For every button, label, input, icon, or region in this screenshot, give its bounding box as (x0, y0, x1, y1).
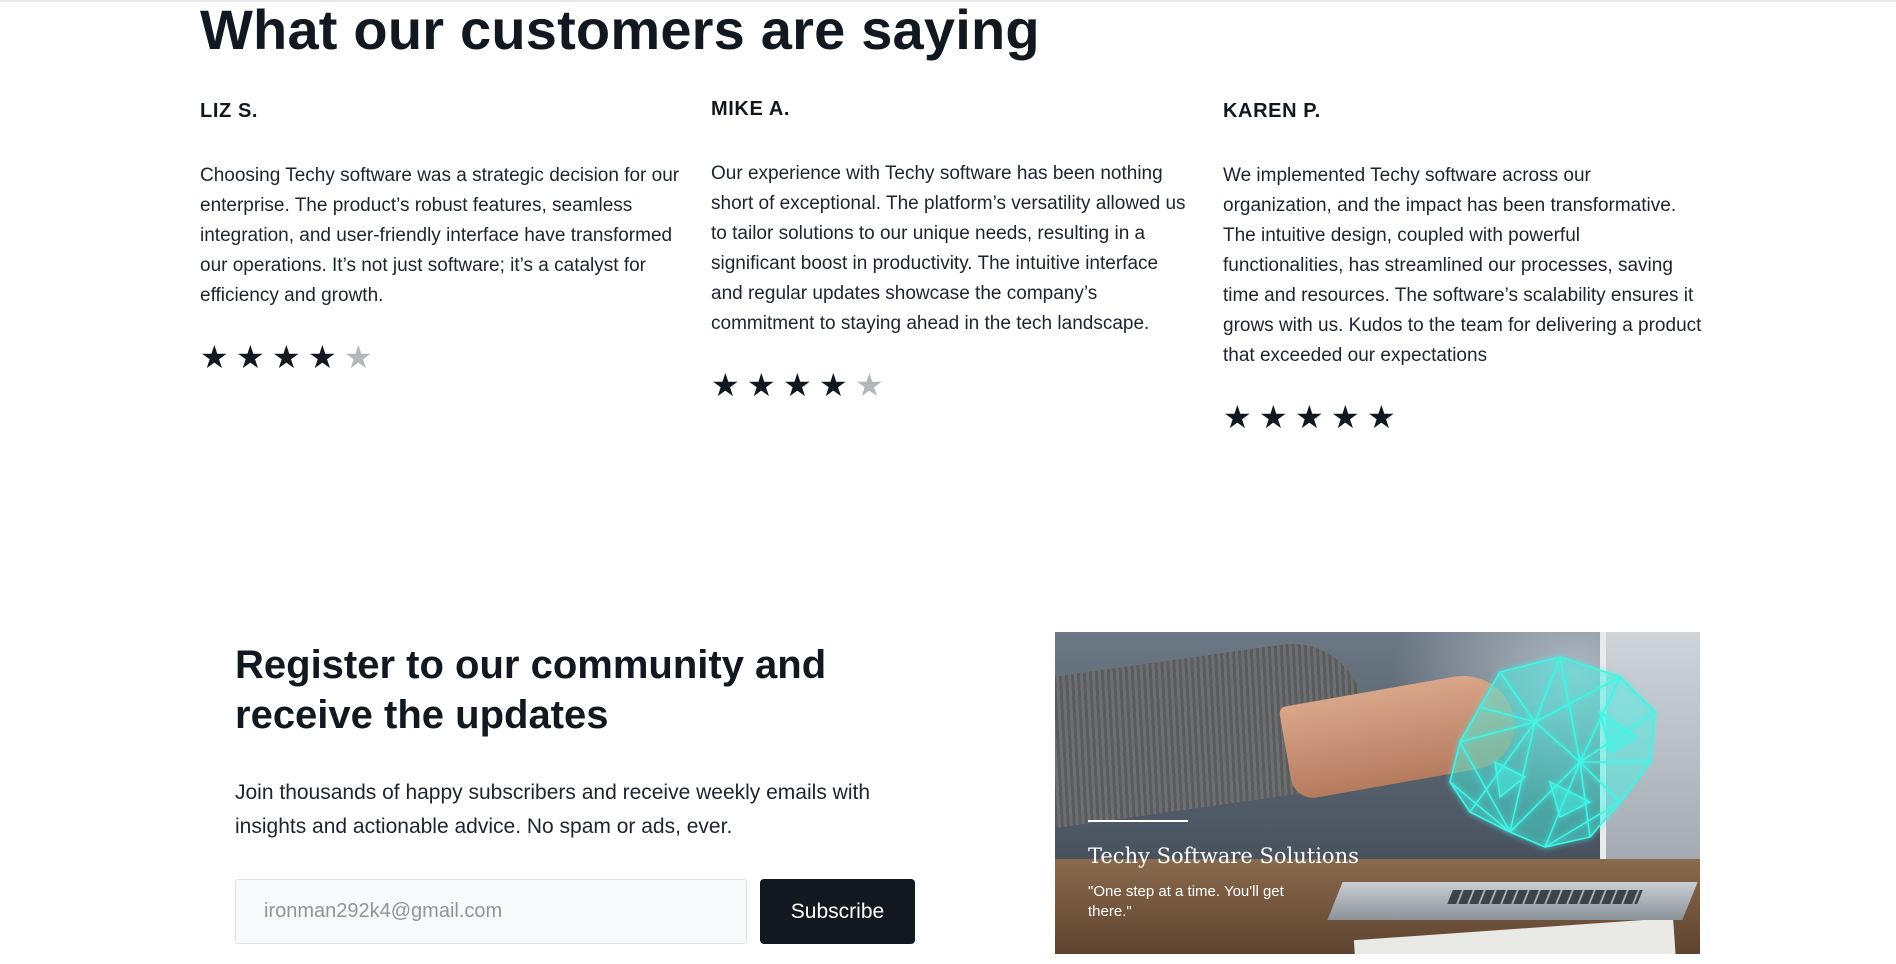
star-icon: ★ (747, 367, 776, 403)
reviewer-name: LIZ S. (200, 100, 259, 122)
review-text: Our experience with Techy software has b… (711, 163, 1186, 334)
star-icon: ★ (236, 339, 265, 375)
star-rating: ★ ★ ★ ★ ★ (1223, 401, 1703, 433)
promo-image: Techy Software Solutions "One step at a … (1055, 632, 1700, 954)
star-empty-icon: ★ (344, 339, 373, 375)
review-card-liz: LIZ S. Choosing Techy software was a str… (200, 100, 680, 373)
register-description: Join thousands of happy subscribers and … (235, 781, 870, 838)
promo-brand: Techy Software Solutions (1088, 844, 1359, 868)
star-icon: ★ (272, 339, 301, 375)
email-input[interactable] (235, 879, 747, 944)
register-title: Register to our community and receive th… (235, 643, 827, 737)
review-text: Choosing Techy software was a strategic … (200, 165, 680, 306)
star-rating: ★ ★ ★ ★ ★ (711, 369, 1191, 401)
reviewer-name: MIKE A. (711, 98, 791, 120)
star-rating: ★ ★ ★ ★ ★ (200, 341, 680, 373)
laptop-keyboard (1447, 890, 1643, 904)
star-icon: ★ (1367, 399, 1396, 435)
star-icon: ★ (308, 339, 337, 375)
review-card-mike: MIKE A. Our experience with Techy softwa… (711, 98, 1191, 401)
wireframe-mesh (1449, 656, 1656, 848)
star-icon: ★ (711, 367, 740, 403)
star-icon: ★ (1223, 399, 1252, 435)
review-text: We implemented Techy software across our… (1223, 165, 1702, 366)
star-icon: ★ (819, 367, 848, 403)
star-empty-icon: ★ (855, 367, 884, 403)
star-icon: ★ (1295, 399, 1324, 435)
reviewer-name: KAREN P. (1223, 100, 1321, 122)
star-icon: ★ (783, 367, 812, 403)
review-card-karen: KAREN P. We implemented Techy software a… (1223, 100, 1703, 433)
star-icon: ★ (200, 339, 229, 375)
testimonials-title: What our customers are saying (200, 0, 1040, 61)
star-icon: ★ (1331, 399, 1360, 435)
digital-hand-illustration (1449, 656, 1656, 848)
promo-tagline: "One step at a time. You'll get there." (1088, 883, 1284, 920)
subscribe-button[interactable]: Subscribe (760, 879, 915, 944)
caption-rule (1088, 820, 1188, 822)
star-icon: ★ (1259, 399, 1288, 435)
